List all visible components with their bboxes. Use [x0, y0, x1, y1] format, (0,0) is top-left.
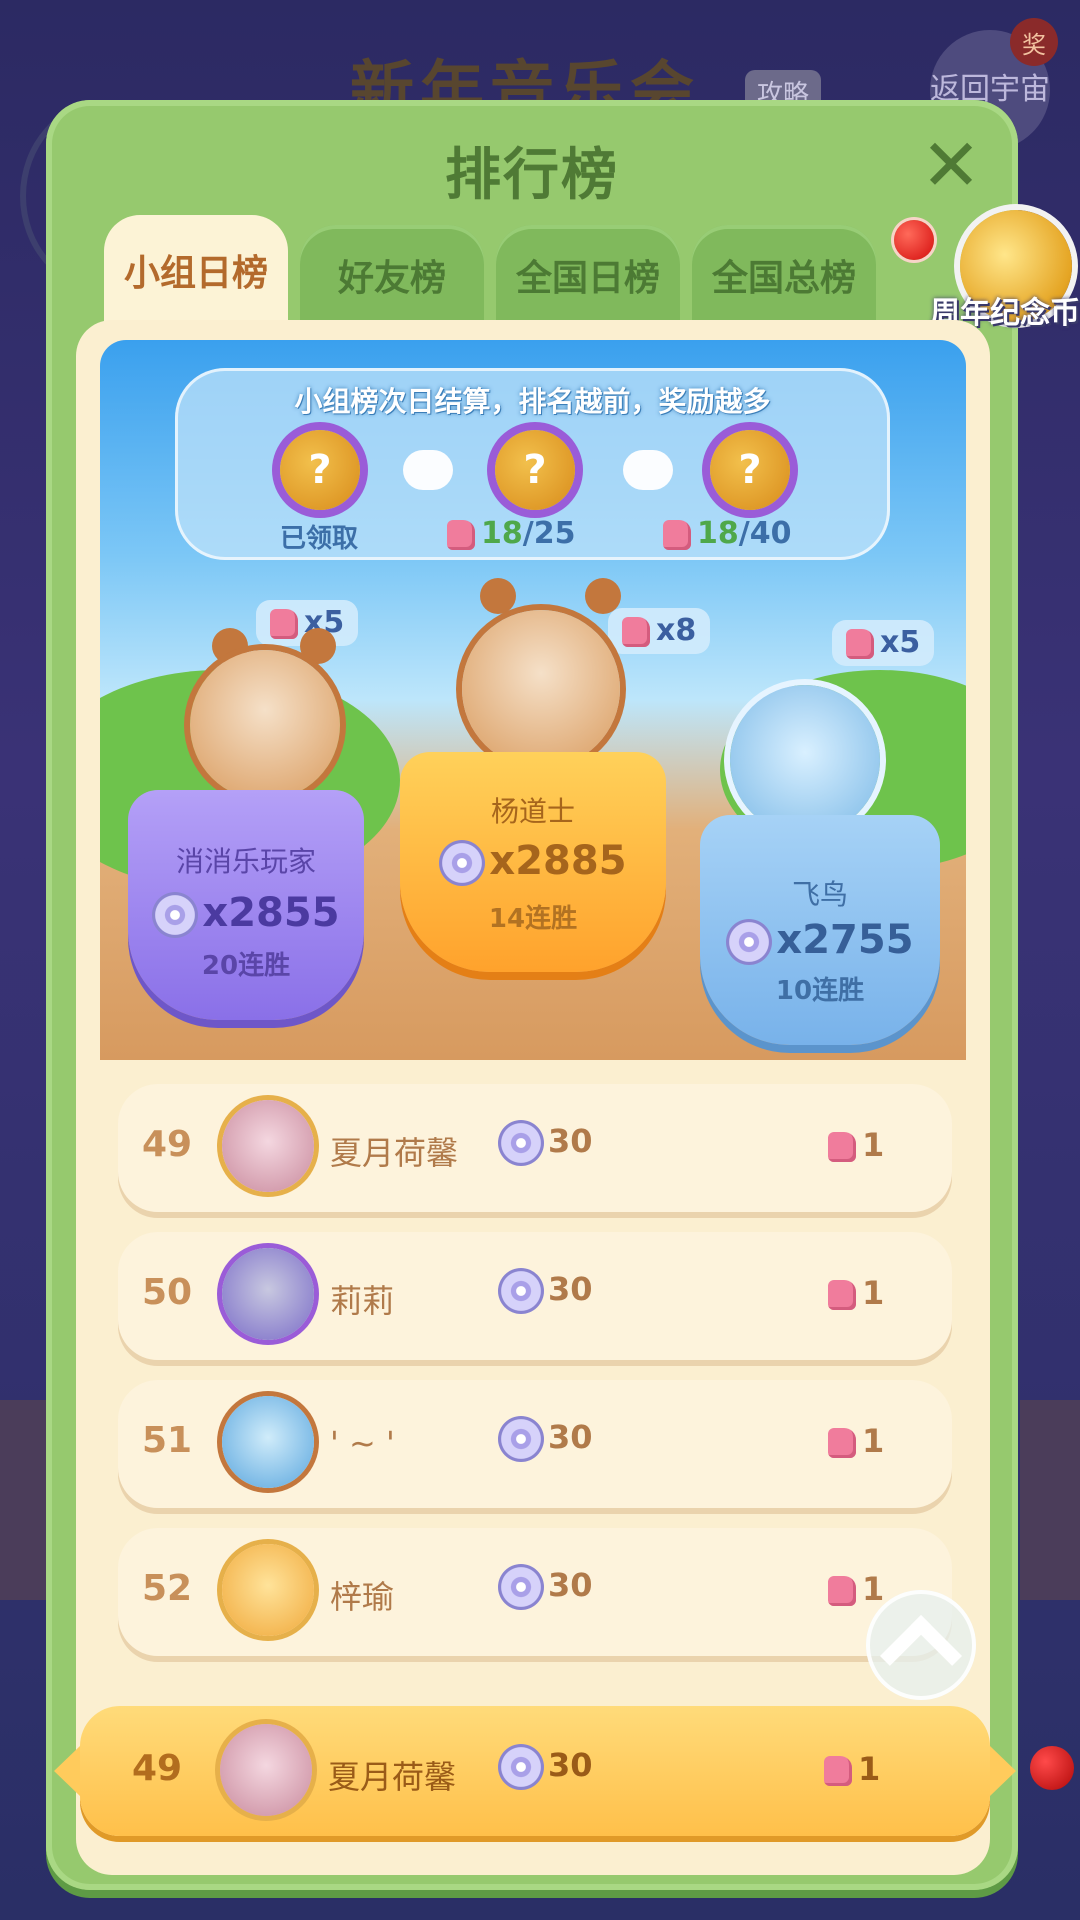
music-disc-icon	[498, 1564, 544, 1610]
puzzle-piece-icon	[824, 1756, 852, 1786]
row-score: 30	[498, 1416, 593, 1462]
tab-friends[interactable]: 好友榜	[300, 225, 484, 325]
tab-national-total[interactable]: 全国总榜	[692, 225, 876, 325]
row-rank: 52	[142, 1568, 193, 1609]
podium-name-1: 杨道士	[490, 795, 575, 828]
close-icon[interactable]: ✕	[916, 129, 986, 201]
background-right-edge	[1020, 1400, 1080, 1600]
table-row[interactable]: 50 莉莉 30 1	[118, 1232, 952, 1360]
reward-gift-icon[interactable]: ?	[495, 430, 575, 510]
row-avatar[interactable]	[222, 1248, 314, 1340]
chevron-up-icon	[879, 1614, 963, 1698]
podium-avatar-2[interactable]	[190, 650, 340, 800]
puzzle-piece-icon	[828, 1132, 856, 1162]
row-name: ' ~ '	[330, 1424, 395, 1462]
row-name: 莉莉	[330, 1282, 395, 1320]
podium-avatar-1[interactable]	[462, 610, 620, 768]
puzzle-piece-icon	[828, 1576, 856, 1606]
table-row[interactable]: 52 梓瑜 30 1	[118, 1528, 952, 1656]
my-rank-row[interactable]: 49 夏月荷馨 30 1	[54, 1706, 1016, 1836]
puzzle-piece-icon	[447, 519, 475, 550]
panel-title: 排行榜	[445, 143, 619, 208]
reward-title: 小组榜次日结算，排名越前，奖励越多	[294, 385, 771, 418]
row-score: 30	[498, 1120, 593, 1166]
music-disc-icon	[498, 1416, 544, 1462]
arrow-right-icon	[403, 450, 453, 490]
reward-progress-3: 18/40	[663, 516, 791, 551]
podium-streak-3: 10连胜	[775, 976, 865, 1006]
arrow-right-icon	[623, 450, 673, 490]
row-rank: 49	[142, 1124, 193, 1165]
podium-score-3: x2755	[700, 917, 940, 965]
row-pieces: 1	[828, 1422, 884, 1460]
podium-pedestal-2: 消消乐玩家 x2855 20连胜	[128, 790, 364, 1020]
puzzle-piece-icon	[828, 1280, 856, 1310]
bear-ear-icon	[480, 578, 516, 614]
table-row[interactable]: 51 ' ~ ' 30 1	[118, 1380, 952, 1508]
puzzle-piece-icon	[828, 1428, 856, 1458]
podium-streak-2: 20连胜	[201, 951, 291, 981]
music-disc-icon	[152, 892, 199, 938]
notification-dot-icon	[894, 220, 934, 260]
notification-dot-icon	[1030, 1746, 1074, 1790]
podium-avatar-3[interactable]	[730, 685, 880, 835]
podium-pieces-badge: x8	[608, 608, 711, 654]
music-disc-icon	[439, 840, 486, 886]
music-disc-icon	[726, 919, 773, 965]
row-score: 30	[498, 1268, 593, 1314]
tab-group-daily[interactable]: 小组日榜	[104, 215, 288, 325]
my-avatar[interactable]	[220, 1724, 312, 1816]
puzzle-piece-icon	[663, 519, 691, 550]
row-avatar[interactable]	[222, 1544, 314, 1636]
tab-national-daily[interactable]: 全国日榜	[496, 225, 680, 325]
scroll-to-top-button[interactable]	[866, 1590, 976, 1700]
podium-pieces-badge: x5	[832, 620, 935, 666]
music-disc-icon	[498, 1120, 544, 1166]
row-name: 夏月荷馨	[330, 1134, 459, 1172]
row-avatar[interactable]	[222, 1100, 314, 1192]
my-pieces: 1	[824, 1750, 880, 1788]
podium-pedestal-3: 飞鸟 x2755 10连胜	[700, 815, 940, 1045]
bear-ear-icon	[300, 628, 336, 664]
puzzle-piece-icon	[270, 608, 298, 639]
row-avatar[interactable]	[222, 1396, 314, 1488]
row-rank: 51	[142, 1420, 193, 1461]
table-row[interactable]: 49 夏月荷馨 30 1	[118, 1084, 952, 1212]
podium-streak-1: 14连胜	[488, 904, 578, 934]
podium-score-1: x2885	[400, 838, 666, 886]
row-rank: 50	[142, 1272, 193, 1313]
row-name: 梓瑜	[330, 1578, 395, 1616]
puzzle-piece-icon	[622, 616, 650, 647]
music-disc-icon	[498, 1744, 544, 1790]
podium-name-2: 消消乐玩家	[175, 845, 316, 878]
row-pieces: 1	[828, 1126, 884, 1164]
podium-pedestal-1: 杨道士 x2885 14连胜	[400, 752, 666, 972]
reward-progress-bar: 小组榜次日结算，排名越前，奖励越多 ? 已领取 ? 18/25 ? 18/40	[175, 368, 890, 560]
reward-progress-2: 18/25	[447, 516, 575, 551]
my-rank: 49	[132, 1748, 183, 1789]
puzzle-piece-icon	[846, 628, 874, 659]
music-disc-icon	[498, 1268, 544, 1314]
podium-name-3: 飞鸟	[791, 878, 848, 911]
row-pieces: 1	[828, 1570, 884, 1608]
podium-score-2: x2855	[128, 890, 364, 938]
my-score: 30	[498, 1744, 593, 1790]
reward-status-claimed: 已领取	[280, 524, 359, 554]
reward-gift-icon[interactable]: ?	[280, 430, 360, 510]
bear-ear-icon	[585, 578, 621, 614]
prize-badge: 奖	[1010, 18, 1058, 66]
tab-bar: 小组日榜 好友榜 全国日榜 全国总榜	[104, 215, 888, 325]
row-pieces: 1	[828, 1274, 884, 1312]
my-name: 夏月荷馨	[328, 1758, 457, 1796]
row-score: 30	[498, 1564, 593, 1610]
reward-gift-icon[interactable]: ?	[710, 430, 790, 510]
